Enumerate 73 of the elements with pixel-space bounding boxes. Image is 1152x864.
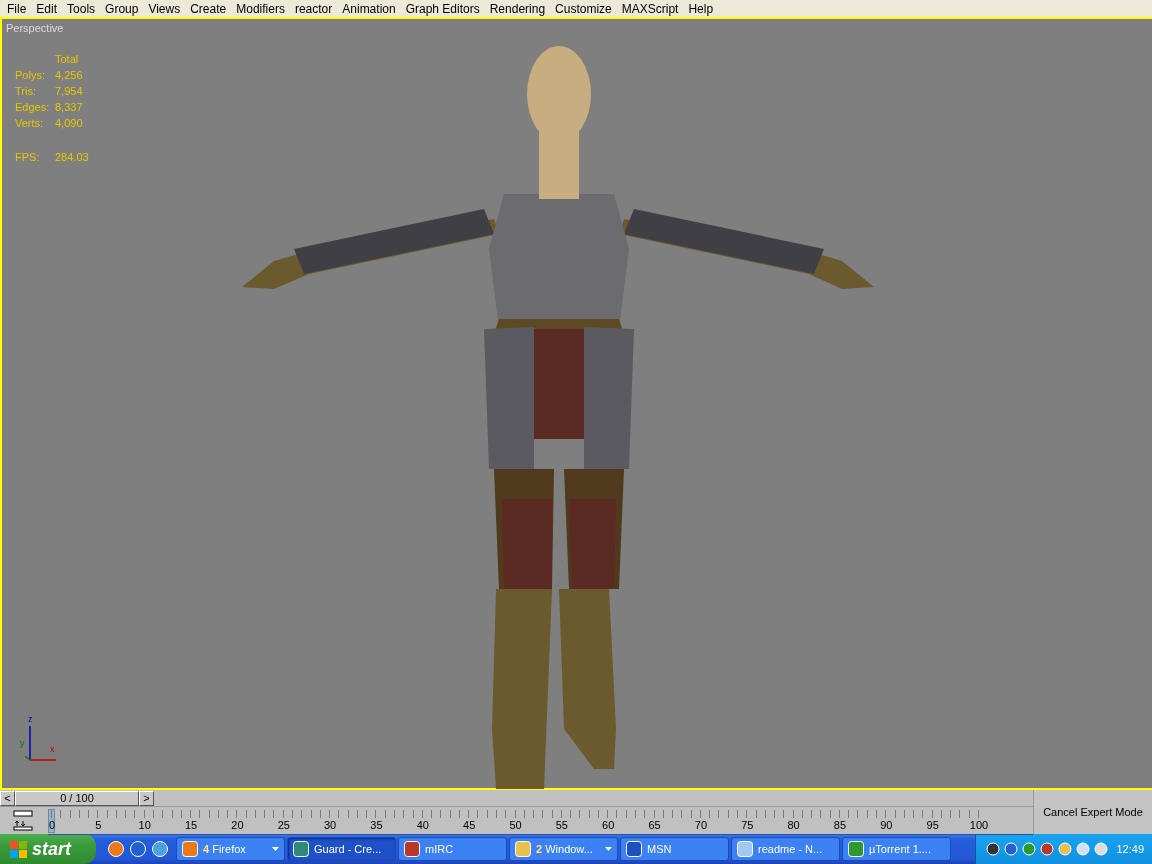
menu-item[interactable]: reactor (289, 1, 338, 16)
taskbar-button[interactable]: Guard - Cre... (287, 837, 396, 861)
menu-item[interactable]: Graph Editors (400, 1, 485, 16)
axis-label: z (28, 714, 33, 724)
app-icon (737, 841, 753, 857)
time-slider-thumb[interactable]: 0 / 100 (15, 790, 139, 806)
previous-frame-button[interactable]: < (0, 790, 15, 806)
menu-item[interactable]: MAXScript (616, 1, 684, 16)
axis-tripod-icon (24, 725, 57, 761)
timeline-tick-label: 55 (555, 819, 568, 831)
timeline-tick-label: 65 (648, 819, 661, 831)
menu-item[interactable]: Customize (550, 1, 617, 16)
timeline-tick-label: 95 (926, 819, 939, 831)
timeline-tick-label: 25 (277, 819, 290, 831)
stat-label: Verts: (15, 117, 45, 130)
stat-label: Edges: (15, 101, 51, 114)
taskbar-button[interactable]: readme - N... (731, 837, 840, 861)
fps-value: 284.03 (55, 151, 89, 163)
menu-item[interactable]: Rendering (484, 1, 551, 16)
app-icon (848, 841, 864, 857)
app-icon (515, 841, 531, 857)
axis-label: x (50, 744, 55, 754)
timeline-tick-label: 90 (880, 819, 893, 831)
timeline-tick-label: 5 (95, 819, 102, 831)
stat-value: 4,256 (55, 69, 83, 82)
stat-value: 7,954 (55, 85, 83, 98)
taskbar-button[interactable]: µTorrent 1.... (842, 837, 951, 861)
stat-label: Polys: (15, 69, 46, 82)
dropdown-caret-icon (605, 847, 612, 851)
start-button[interactable]: start (0, 834, 96, 864)
stats-header: Total (55, 53, 80, 66)
timeline-tick-label: 30 (323, 819, 337, 831)
timeline-tick-label: 0 (48, 819, 56, 831)
taskbar-button[interactable]: 4 Firefox (176, 837, 285, 861)
timeline-tick-label: 35 (370, 819, 383, 831)
timeline-tick-label: 50 (509, 819, 522, 831)
timeline-tick-label: 100 (969, 819, 989, 831)
menu-item[interactable]: File (2, 1, 32, 16)
taskbar-button[interactable]: MSN (620, 837, 729, 861)
timeline-tick-label: 80 (787, 819, 800, 831)
timeline-tick-label: 85 (833, 819, 847, 831)
menu-item[interactable]: Tools (62, 1, 101, 16)
timeline-tick-label: 60 (602, 819, 615, 831)
timeline-tick-label: 40 (416, 819, 429, 831)
menu-item[interactable]: Create (185, 1, 232, 16)
timeline-tick-label: 20 (231, 819, 244, 831)
windows-flag-icon (10, 840, 27, 858)
stat-value: 4,090 (55, 117, 83, 130)
app-icon (293, 841, 309, 857)
cancel-expert-mode-button[interactable]: Cancel Expert Mode (1033, 790, 1152, 834)
menu-item[interactable]: Modifiers (231, 1, 290, 16)
stat-label: Tris: (15, 85, 37, 98)
menu-item[interactable]: Views (143, 1, 186, 16)
fps-label: FPS: (15, 151, 41, 164)
menu-item[interactable]: Animation (337, 1, 401, 16)
timeline-tick-label: 15 (184, 819, 198, 831)
key-filter-icon[interactable] (13, 810, 33, 831)
axis-label: y (20, 738, 25, 748)
app-icon (626, 841, 642, 857)
timeline-tick-label: 10 (138, 819, 151, 831)
stat-value: 8,337 (55, 101, 83, 114)
app-icon (404, 841, 420, 857)
timeline-tick-label: 45 (463, 819, 476, 831)
app-icon (182, 841, 198, 857)
timeline-tick-label: 70 (694, 819, 707, 831)
menu-item[interactable]: Help (683, 1, 719, 16)
taskbar-button[interactable]: mIRC (398, 837, 507, 861)
taskbar-button[interactable]: 2 Window... (509, 837, 618, 861)
timeline-tick-label: 75 (741, 819, 754, 831)
menu-item[interactable]: Edit (31, 1, 63, 16)
dropdown-caret-icon (272, 847, 279, 851)
menu-item[interactable]: Group (100, 1, 144, 16)
next-frame-button[interactable]: > (139, 790, 154, 806)
